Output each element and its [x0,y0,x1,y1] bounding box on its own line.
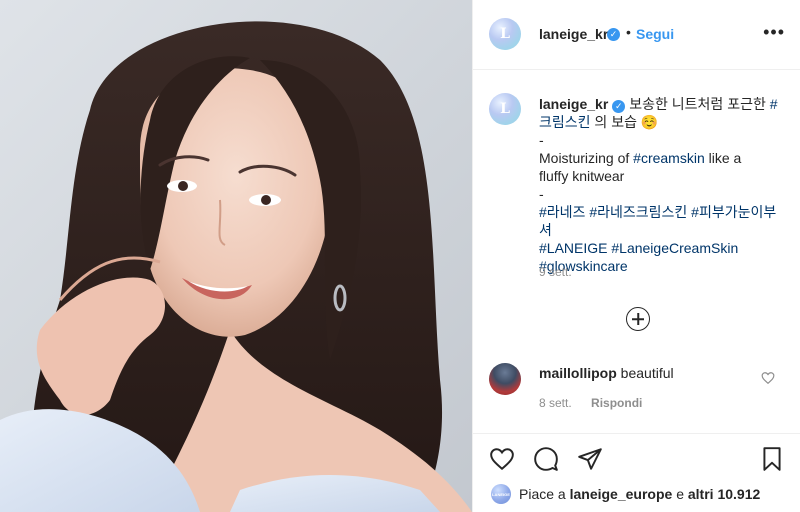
hashtag-link[interactable]: #LANEIGE [539,240,607,256]
comment-icon[interactable] [533,446,559,472]
likes-conj: e [676,486,684,502]
hashtag-link[interactable]: 크림스킨 [539,114,591,130]
comment-timestamp[interactable]: 8 sett. [539,396,572,410]
hashtag-row-3: #glowskincare [539,257,789,275]
comment-like-heart-icon[interactable] [761,371,775,385]
comment-meta: 8 sett. Rispondi [539,396,658,410]
caption-dash: - [539,132,544,148]
caption-username[interactable]: laneige_kr [539,96,608,112]
caption-line-2: 크림스킨 의 보습 ☺️ [539,113,789,131]
post-header: L laneige_kr ✓ • Segui ••• [473,0,800,70]
load-more-comments-icon[interactable] [626,307,650,331]
hashtag-link[interactable]: #라네즈크림스킨 [589,204,687,220]
bookmark-icon[interactable] [759,446,785,472]
commenter-avatar[interactable] [489,363,521,395]
more-options-icon[interactable]: ••• [763,22,785,43]
comment-body: beautiful [620,365,674,381]
post-side-panel: L laneige_kr ✓ • Segui ••• L laneige_kr ✓… [472,0,800,512]
caption-timestamp[interactable]: 9 sett. [539,265,572,279]
verified-badge-icon: ✓ [612,99,626,113]
hashtag-row-1: #라네즈 #라네즈크림스킨 #피부가눈이부셔 [539,203,789,239]
hashtag-link[interactable]: #LaneigeCreamSkin [611,240,738,256]
avatar-letter: L [500,101,510,117]
caption-line-1: laneige_kr ✓ 보송한 니트처럼 포근한 # [539,95,789,113]
caption-line-4: fluffy knitwear [539,168,625,184]
likes-prefix: Piace a [519,486,566,502]
author-username[interactable]: laneige_kr [539,26,608,42]
instagram-post: L laneige_kr ✓ • Segui ••• L laneige_kr ✓… [0,0,800,512]
portrait-illustration [0,21,472,512]
separator-dot: • [626,24,631,40]
post-photo[interactable] [0,0,472,512]
hashtag-link[interactable]: # [770,96,778,112]
comments-section[interactable]: L laneige_kr ✓ 보송한 니트처럼 포근한 # 크림스킨 의 보습 ☺️… [473,71,800,433]
caption-avatar[interactable]: L [489,93,521,125]
heart-icon[interactable] [489,446,515,472]
caption-text-english: Moisturizing of [539,150,630,166]
caption-text-english: like a [708,150,742,166]
caption-dash: - [539,186,544,202]
post-actions: LANEIGE Piace a laneige_europe e altri 1… [473,433,800,512]
caption-text: laneige_kr ✓ 보송한 니트처럼 포근한 # 크림스킨 의 보습 ☺️ -… [539,95,789,275]
commenter-username[interactable]: maillollipop [539,365,617,381]
hashtag-row-2: #LANEIGE #LaneigeCreamSkin [539,239,789,257]
caption-line-3: Moisturizing of #creamskin like a [539,149,789,167]
likes-summary[interactable]: LANEIGE Piace a laneige_europe e altri 1… [491,484,760,504]
caption-text-korean: 의 보습 ☺️ [594,114,659,130]
verified-badge-icon: ✓ [607,28,620,41]
share-icon[interactable] [577,446,603,472]
author-avatar[interactable]: L [489,18,521,50]
reply-button[interactable]: Rispondi [591,396,642,410]
hashtag-link[interactable]: #creamskin [633,150,705,166]
avatar-letter: L [500,26,510,42]
comment-text: maillollipop beautiful [539,365,674,381]
likes-others-count[interactable]: altri 10.912 [688,486,760,502]
hashtag-link[interactable]: #라네즈 [539,204,585,220]
follow-button[interactable]: Segui [636,26,674,42]
liker-avatar[interactable]: LANEIGE [491,484,511,504]
caption-text-korean: 보송한 니트처럼 포근한 [629,96,766,112]
liker-username[interactable]: laneige_europe [570,486,673,502]
